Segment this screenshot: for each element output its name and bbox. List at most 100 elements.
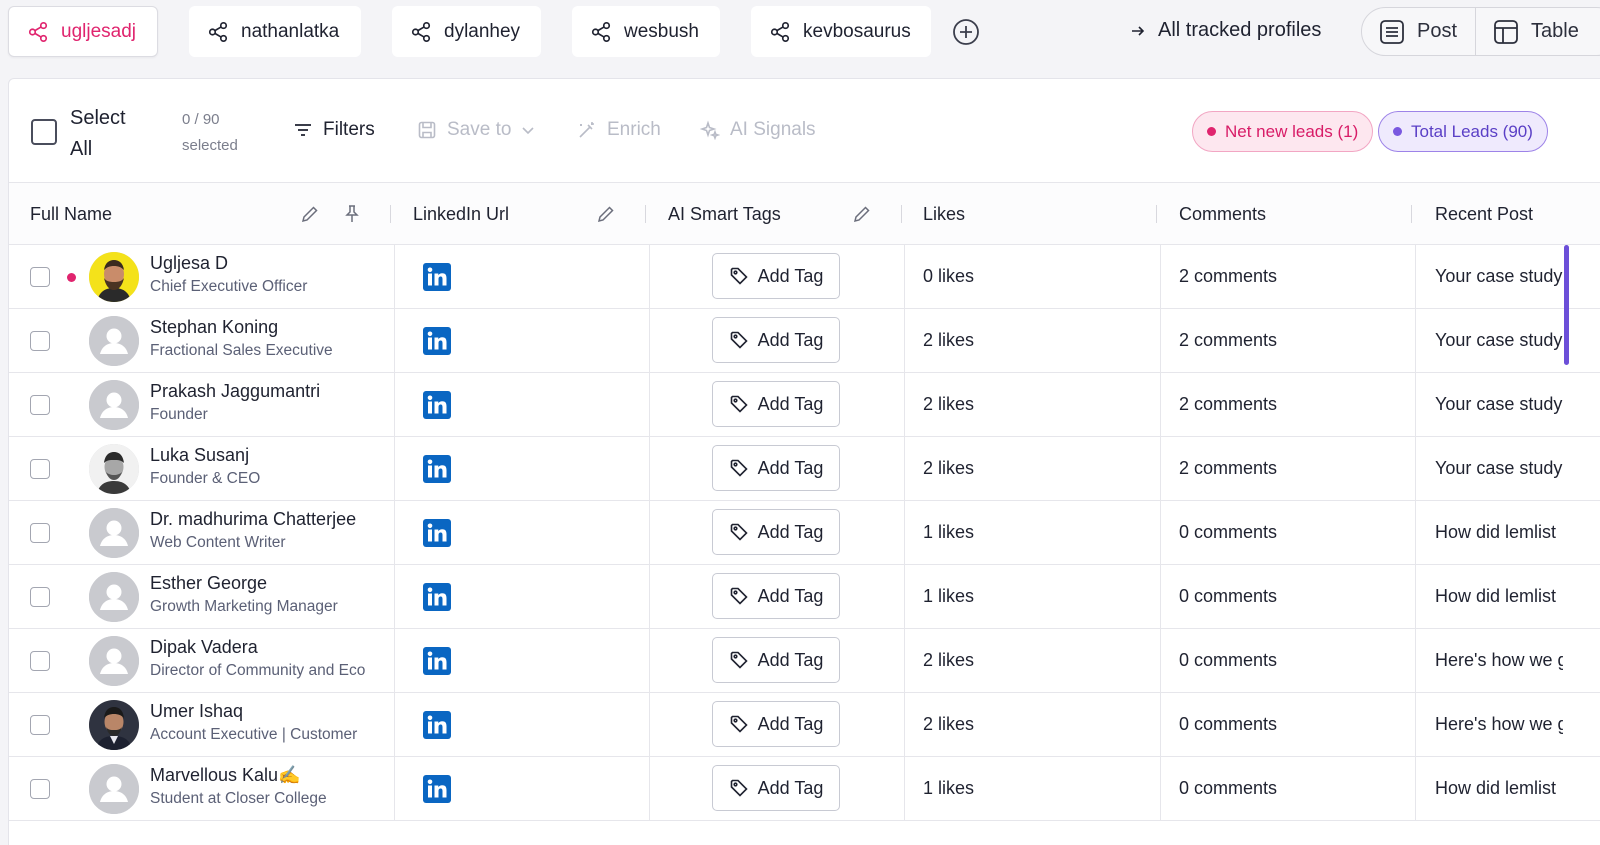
enrich-button[interactable]: Enrich [577, 119, 661, 141]
recent-post-cell[interactable]: Here's how we g [1435, 714, 1563, 735]
table-row[interactable]: Dr. madhurima Chatterjee Web Content Writ… [9, 501, 1600, 565]
table-row[interactable]: Prakash Jaggumantri Founder Add Tag 2 likes… [9, 373, 1600, 437]
table-toolbar: Select All 0 / 90 selected Filters Save … [9, 79, 1600, 183]
row-checkbox[interactable] [30, 523, 50, 543]
avatar[interactable] [89, 636, 139, 686]
net-new-leads-badge[interactable]: Net new leads (1) [1192, 111, 1374, 152]
profile-tab-kevbosaurus[interactable]: kevbosaurus [751, 6, 931, 57]
recent-post-cell[interactable]: How did lemlist [1435, 778, 1563, 799]
table-view-button[interactable]: Table [1493, 8, 1579, 55]
linkedin-icon[interactable] [423, 775, 451, 803]
profile-tab-label: wesbush [624, 20, 699, 42]
add-tag-button[interactable]: Add Tag [712, 509, 840, 555]
add-tag-button[interactable]: Add Tag [712, 573, 840, 619]
post-view-button[interactable]: Post [1379, 8, 1457, 55]
add-tag-button[interactable]: Add Tag [712, 253, 840, 299]
new-lead-dot [67, 273, 76, 282]
avatar[interactable] [89, 444, 139, 494]
lead-name[interactable]: Esther George [150, 573, 267, 594]
vertical-scrollbar[interactable] [1564, 245, 1569, 365]
table-row[interactable]: Esther George Growth Marketing Manager Add… [9, 565, 1600, 629]
recent-post-cell[interactable]: How did lemlist [1435, 586, 1563, 607]
recent-post-cell[interactable]: Your case study [1435, 394, 1563, 415]
comments-cell: 0 comments [1179, 778, 1278, 798]
linkedin-icon[interactable] [423, 519, 451, 547]
linkedin-icon[interactable] [423, 711, 451, 739]
recent-post-cell[interactable]: Your case study [1435, 458, 1563, 479]
linkedin-icon[interactable] [423, 455, 451, 483]
profile-tab-nathanlatka[interactable]: nathanlatka [189, 6, 361, 57]
profile-tab-dylanhey[interactable]: dylanhey [392, 6, 541, 57]
lead-name[interactable]: Dr. madhurima Chatterjee [150, 509, 356, 530]
linkedin-icon[interactable] [423, 391, 451, 419]
avatar[interactable] [89, 316, 139, 366]
lead-name[interactable]: Luka Susanj [150, 445, 249, 466]
row-checkbox[interactable] [30, 331, 50, 351]
list-icon [1380, 19, 1404, 44]
pencil-icon[interactable] [596, 204, 616, 224]
save-to-button[interactable]: Save to [417, 119, 535, 141]
add-tag-button[interactable]: Add Tag [712, 765, 840, 811]
column-header-ai-smart-tags[interactable]: AI Smart Tags [668, 183, 781, 245]
lead-name[interactable]: Stephan Koning [150, 317, 278, 338]
add-tag-button[interactable]: Add Tag [712, 701, 840, 747]
lead-name[interactable]: Dipak Vadera [150, 637, 258, 658]
column-header-comments[interactable]: Comments [1179, 183, 1266, 245]
table-row[interactable]: Marvellous Kalu✍️ Student at Closer Colle… [9, 757, 1600, 821]
column-header-full-name[interactable]: Full Name [30, 183, 112, 245]
row-checkbox[interactable] [30, 267, 50, 287]
filters-button[interactable]: Filters [293, 119, 375, 141]
row-checkbox[interactable] [30, 395, 50, 415]
avatar[interactable] [89, 380, 139, 430]
table-row[interactable]: Luka Susanj Founder & CEO Add Tag 2 likes 2 … [9, 437, 1600, 501]
table-row[interactable]: Stephan Koning Fractional Sales Executive… [9, 309, 1600, 373]
pencil-icon[interactable] [300, 204, 320, 224]
column-header-recent-post[interactable]: Recent Post [1435, 183, 1533, 245]
ai-signals-button[interactable]: AI Signals [700, 119, 816, 141]
row-checkbox[interactable] [30, 459, 50, 479]
add-tag-button[interactable]: Add Tag [712, 381, 840, 427]
add-tag-button[interactable]: Add Tag [712, 637, 840, 683]
linkedin-icon[interactable] [423, 263, 451, 291]
row-checkbox[interactable] [30, 715, 50, 735]
lead-name[interactable]: Marvellous Kalu✍️ [150, 765, 300, 786]
all-tracked-profiles-link[interactable]: All tracked profiles [1130, 19, 1321, 42]
avatar[interactable] [89, 508, 139, 558]
lead-name[interactable]: Umer Ishaq [150, 701, 243, 722]
lead-name[interactable]: Prakash Jaggumantri [150, 381, 320, 402]
row-checkbox[interactable] [30, 587, 50, 607]
add-profile-icon[interactable] [952, 18, 980, 46]
add-tag-button[interactable]: Add Tag [712, 317, 840, 363]
linkedin-icon[interactable] [423, 647, 451, 675]
table-row[interactable]: Ugljesa D Chief Executive Officer Add Tag 0… [9, 245, 1600, 309]
row-checkbox[interactable] [30, 651, 50, 671]
recent-post-cell[interactable]: Your case study [1435, 266, 1563, 287]
linkedin-icon[interactable] [423, 327, 451, 355]
total-leads-badge[interactable]: Total Leads (90) [1378, 111, 1548, 152]
select-all-label[interactable]: Select All [70, 103, 150, 165]
add-tag-label: Add Tag [757, 329, 824, 350]
avatar[interactable] [89, 252, 139, 302]
lead-name[interactable]: Ugljesa D [150, 253, 228, 274]
avatar[interactable] [89, 572, 139, 622]
column-divider [1156, 205, 1157, 223]
avatar[interactable] [89, 764, 139, 814]
table-row[interactable]: Dipak Vadera Director of Community and Ec… [9, 629, 1600, 693]
table-row[interactable]: Umer Ishaq Account Executive | Customer Ad… [9, 693, 1600, 757]
recent-post-cell[interactable]: Here's how we g [1435, 650, 1563, 671]
pin-icon[interactable] [342, 204, 362, 224]
add-tag-button[interactable]: Add Tag [712, 445, 840, 491]
avatar[interactable] [89, 700, 139, 750]
row-checkbox[interactable] [30, 779, 50, 799]
profile-tab-ugljesadj[interactable]: ugljesadj [8, 6, 158, 57]
pencil-icon[interactable] [852, 204, 872, 224]
column-line [394, 565, 395, 629]
profile-tab-wesbush[interactable]: wesbush [572, 6, 720, 57]
tag-icon [730, 523, 748, 541]
column-header-likes[interactable]: Likes [923, 183, 965, 245]
recent-post-cell[interactable]: How did lemlist [1435, 522, 1563, 543]
recent-post-cell[interactable]: Your case study [1435, 330, 1563, 351]
select-all-checkbox[interactable] [31, 119, 57, 145]
linkedin-icon[interactable] [423, 583, 451, 611]
column-header-linkedin[interactable]: LinkedIn Url [413, 183, 509, 245]
